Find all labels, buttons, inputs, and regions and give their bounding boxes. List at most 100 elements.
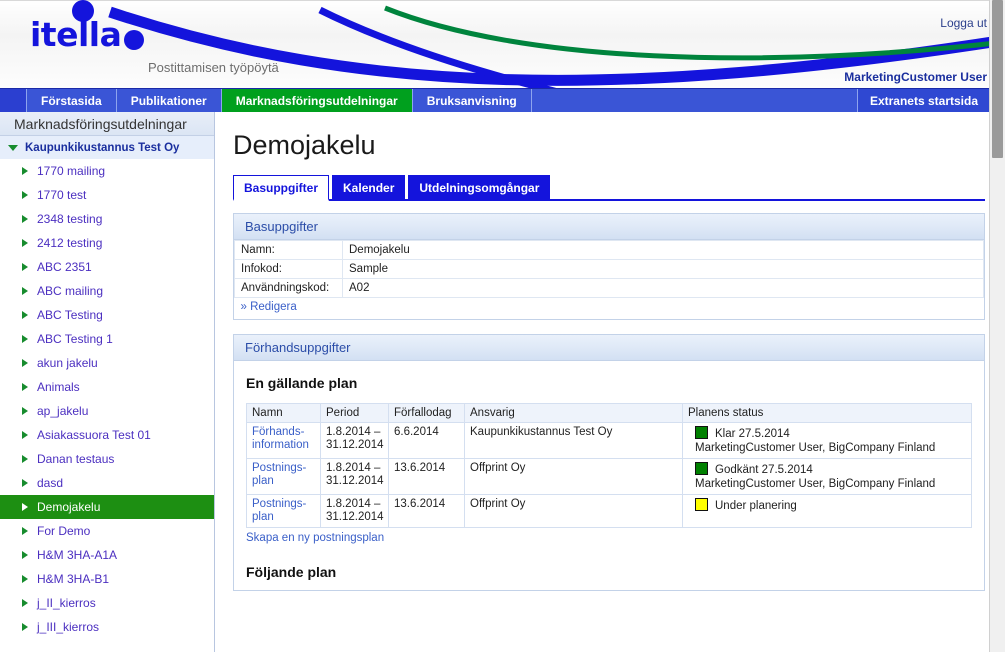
tree-item-label: Demojakelu [37,500,101,514]
preview-info-panel-header: Förhandsuppgifter [234,335,984,361]
tree-item-label: ap_jakelu [37,404,89,418]
field-value-anvandningskod: A02 [342,278,984,298]
table-row: Namn: Demojakelu [234,240,984,260]
cell-ansvarig: Offprint Oy [464,494,683,528]
table-row: Postnings-plan 1.8.2014 – 31.12.2014 13.… [246,458,972,495]
tree-item-demojakelu[interactable]: Demojakelu [0,495,214,519]
nav-filler [531,89,857,112]
logout-link[interactable]: Logga ut [940,16,987,30]
status-text: Under planering [715,500,797,512]
logo-dot-accent-icon [72,0,94,22]
chevron-right-icon [22,383,28,391]
tree-item-abc-mailing[interactable]: ABC mailing [0,279,214,303]
column-header-period: Period [320,403,389,423]
current-user-label: MarketingCustomer User [844,70,987,84]
cell-ansvarig: Kaupunkikustannus Test Oy [464,422,683,459]
chevron-right-icon [22,239,28,247]
tree-item-2412-testing[interactable]: 2412 testing [0,231,214,255]
preview-info-panel-body: En gällande plan Namn Period Förfallodag… [234,361,984,590]
tree-item-hm-3ha-a1a[interactable]: H&M 3HA-A1A [0,543,214,567]
plan-name-link[interactable]: Förhands-information [252,426,309,451]
tree-item-1770-test[interactable]: 1770 test [0,183,214,207]
cell-ansvarig: Offprint Oy [464,458,683,495]
tree-item-j-iii-kierros[interactable]: j_III_kierros [0,615,214,639]
tree-item-animals[interactable]: Animals [0,375,214,399]
chevron-right-icon [22,599,28,607]
tab-bar: Basuppgifter Kalender Utdelningsomgångar [233,175,985,201]
tree-item-1770-mailing[interactable]: 1770 mailing [0,159,214,183]
tree-item-2348-testing[interactable]: 2348 testing [0,207,214,231]
nav-item-publikationer[interactable]: Publikationer [116,89,222,112]
tree-item-label: Animals [37,380,80,394]
tree-item-label: ABC 2351 [37,260,92,274]
nav-item-forstasida[interactable]: Förstasida [26,89,117,112]
extranet-home-button[interactable]: Extranets startsida [856,89,991,112]
cell-period: 1.8.2014 – 31.12.2014 [320,458,389,495]
chevron-right-icon [22,167,28,175]
tree-root-kaupunkikustannus[interactable]: Kaupunkikustannus Test Oy [0,136,214,159]
chevron-right-icon [22,551,28,559]
chevron-down-icon [8,144,18,151]
tab-kalender[interactable]: Kalender [332,175,406,199]
tree-item-abc-2351[interactable]: ABC 2351 [0,255,214,279]
tree-item-abc-testing[interactable]: ABC Testing [0,303,214,327]
cell-status: Klar 27.5.2014 MarketingCustomer User, B… [682,422,972,459]
field-value-infokod: Sample [342,259,984,279]
plan-name-link[interactable]: Postnings-plan [252,462,306,487]
basic-info-table: Namn: Demojakelu Infokod: Sample Användn… [234,240,984,319]
plans-table: Namn Period Förfallodag Ansvarig Planens… [246,403,972,528]
chevron-right-icon [22,455,28,463]
status-detail: MarketingCustomer User, BigCompany Finla… [695,478,936,490]
tree-item-hm-3ha-b1[interactable]: H&M 3HA-B1 [0,567,214,591]
tab-basuppgifter[interactable]: Basuppgifter [233,175,330,201]
next-plan-heading: Följande plan [246,564,337,580]
field-label-namn: Namn: [234,240,343,260]
tree-item-ap-jakelu[interactable]: ap_jakelu [0,399,214,423]
nav-item-bruksanvisning[interactable]: Bruksanvisning [412,89,532,112]
column-header-ansvarig: Ansvarig [464,403,683,423]
page-scrollbar-thumb[interactable] [992,0,1003,158]
chevron-right-icon [22,527,28,535]
main-panel: Demojakelu Basuppgifter Kalender Utdelni… [215,112,1005,652]
tree-item-label: akun jakelu [37,356,98,370]
create-new-plan-link[interactable]: Skapa en ny postningsplan [246,532,384,544]
cell-namn: Postnings-plan [246,458,321,495]
tree-item-for-demo[interactable]: For Demo [0,519,214,543]
chevron-right-icon [22,311,28,319]
column-header-namn: Namn [246,403,321,423]
tree-item-akun-jakelu[interactable]: akun jakelu [0,351,214,375]
cell-status: Under planering [682,494,972,528]
tree-item-danan-testaus[interactable]: Danan testaus [0,447,214,471]
tree-item-label: 1770 test [37,188,87,202]
basic-info-panel-header: Basuppgifter [234,214,984,240]
cell-forfallodag: 13.6.2014 [388,458,465,495]
nav-item-marknadsforingsutdelningar[interactable]: Marknadsföringsutdelningar [221,89,413,112]
logo-wordmark: itella [30,15,122,54]
tab-utdelningsomgangar[interactable]: Utdelningsomgångar [408,175,551,199]
tree-item-dasd[interactable]: dasd [0,471,214,495]
tree-item-j-ii-kierros[interactable]: j_II_kierros [0,591,214,615]
edit-link[interactable]: » Redigera [241,301,297,313]
basic-info-panel: Basuppgifter Namn: Demojakelu Infokod: S… [233,213,985,320]
chevron-right-icon [22,407,28,415]
field-value-namn: Demojakelu [342,240,984,260]
tree-item-label: dasd [37,476,64,490]
chevron-right-icon [22,503,28,511]
table-row: Användningskod: A02 [234,278,984,298]
table-row: Postnings-plan 1.8.2014 – 31.12.2014 13.… [246,494,972,528]
chevron-right-icon [22,287,28,295]
chevron-right-icon [22,191,28,199]
table-row: Förhands-information 1.8.2014 – 31.12.20… [246,422,972,459]
itella-logo[interactable]: itella [30,0,145,54]
page-scrollbar[interactable] [989,0,1005,652]
basic-info-panel-body: Namn: Demojakelu Infokod: Sample Användn… [234,240,984,319]
tree-item-abc-testing-1[interactable]: ABC Testing 1 [0,327,214,351]
chevron-right-icon [22,575,28,583]
chevron-right-icon [22,359,28,367]
table-row: Infokod: Sample [234,259,984,279]
plan-name-link[interactable]: Postnings-plan [252,498,306,523]
tree-item-label: ABC Testing [37,308,103,322]
tree-item-label: H&M 3HA-B1 [37,572,110,586]
tree-item-asiakassuora-test-01[interactable]: Asiakassuora Test 01 [0,423,214,447]
cell-namn: Förhands-information [246,422,321,459]
